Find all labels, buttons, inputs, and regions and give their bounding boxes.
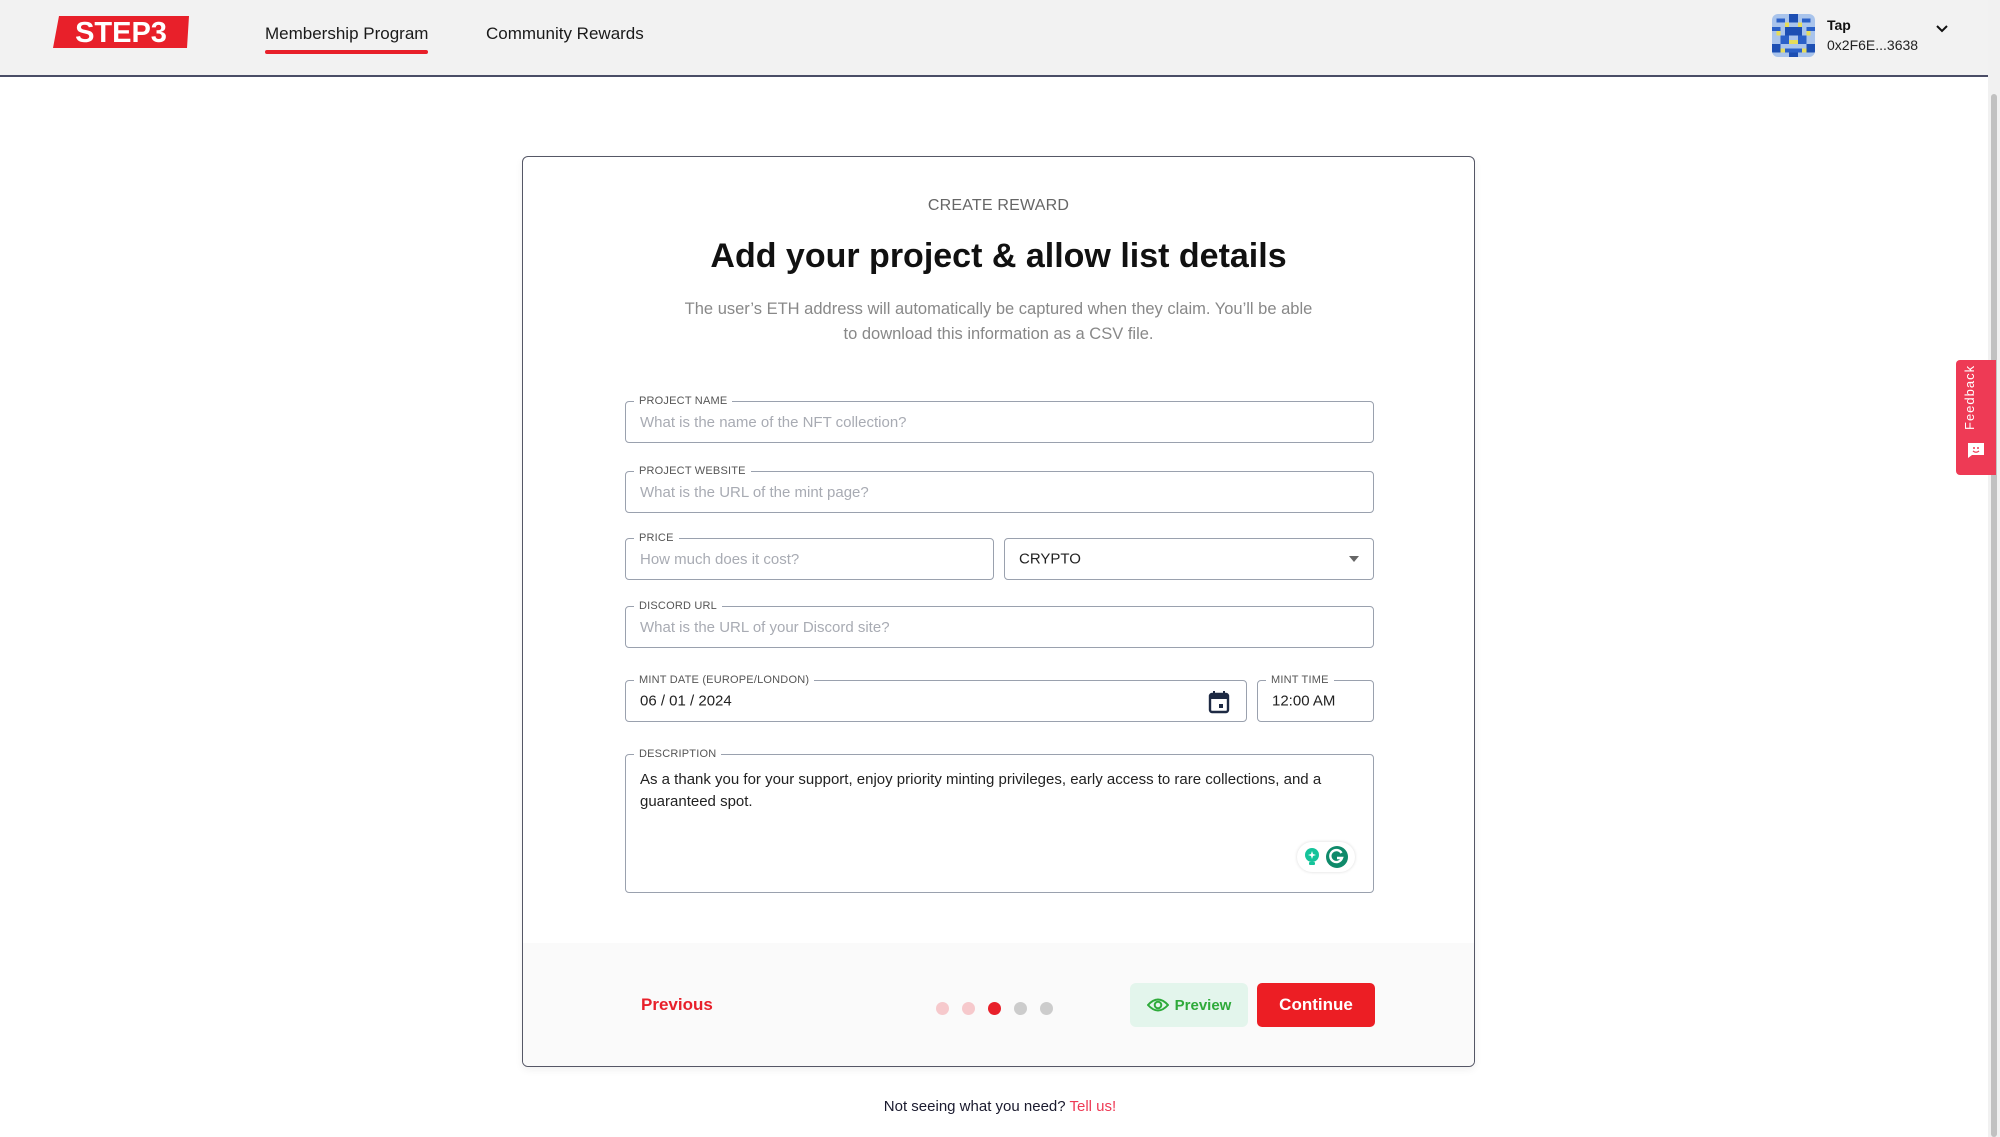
project-website-field: PROJECT WEBSITE	[625, 464, 1374, 513]
tell-us-link[interactable]: Tell us!	[1070, 1098, 1117, 1115]
page-scrollbar[interactable]	[1988, 0, 2000, 1137]
user-menu[interactable]: Tap 0x2F6E...3638	[1772, 13, 1950, 57]
scrollbar-thumb[interactable]	[1991, 94, 1997, 1137]
currency-select[interactable]: CRYPTO	[1004, 538, 1374, 580]
help-note-text: Not seeing what you need?	[883, 1098, 1066, 1115]
step-dot-4	[1014, 1002, 1027, 1015]
project-website-input[interactable]	[640, 472, 1359, 512]
user-info: Tap 0x2F6E...3638	[1827, 15, 1918, 55]
nav-membership-program[interactable]: Membership Program	[265, 24, 429, 54]
page-subtitle: The user’s ETH address will automaticall…	[684, 300, 1313, 343]
user-name: Tap	[1827, 17, 1851, 33]
continue-button[interactable]: Continue	[1257, 983, 1375, 1027]
mint-date-field[interactable]: MINT DATE (EUROPE/LONDON) 06 / 01 / 2024	[625, 673, 1247, 722]
wallet-address: 0x2F6E...3638	[1827, 37, 1919, 53]
avatar	[1772, 13, 1815, 57]
description-field[interactable]: DESCRIPTION As a thank you for your supp…	[625, 747, 1374, 893]
currency-selected-value: CRYPTO	[1019, 550, 1081, 568]
mint-date-value: 06 / 01 / 2024	[640, 692, 732, 710]
mint-time-field[interactable]: MINT TIME 12:00 AM	[1257, 673, 1374, 722]
caret-down-icon	[1349, 556, 1359, 562]
mint-time-value: 12:00 AM	[1272, 692, 1336, 710]
top-navbar: STEP3 Membership Program Community Rewar…	[0, 0, 1988, 77]
feedback-label: Feedback	[1962, 364, 1977, 430]
create-reward-card: CREATE REWARD Add your project & allow l…	[522, 156, 1475, 1067]
brand-text: STEP3	[75, 17, 167, 49]
chevron-down-icon[interactable]	[1934, 21, 1950, 37]
help-note: Not seeing what you need? Tell us!	[0, 1098, 2000, 1115]
step3-logo[interactable]: STEP3	[53, 15, 189, 49]
grammarly-widget[interactable]	[1297, 842, 1355, 872]
feedback-tab[interactable]: Feedback	[1956, 360, 1996, 475]
page-title: Add your project & allow list details	[710, 237, 1287, 275]
preview-button[interactable]: Preview	[1130, 983, 1248, 1027]
nav-community-rewards[interactable]: Community Rewards	[486, 24, 644, 44]
step-dot-1	[936, 1002, 949, 1015]
grammarly-icon[interactable]	[1325, 845, 1349, 869]
description-label: DESCRIPTION	[634, 747, 722, 761]
project-name-input[interactable]	[640, 402, 1359, 442]
step-indicator	[936, 1002, 1053, 1015]
mint-time-label: MINT TIME	[1266, 673, 1334, 687]
price-field: PRICE	[625, 531, 994, 580]
step-dot-5	[1040, 1002, 1053, 1015]
step-dot-3-current	[988, 1002, 1001, 1015]
price-input[interactable]	[640, 539, 979, 579]
project-name-field: PROJECT NAME	[625, 394, 1374, 443]
discord-url-field: DISCORD URL	[625, 599, 1374, 648]
eye-icon	[1146, 998, 1169, 1012]
previous-button[interactable]: Previous	[641, 995, 713, 1015]
step-dot-2	[962, 1002, 975, 1015]
calendar-icon[interactable]	[1208, 690, 1230, 714]
eyebrow-label: CREATE REWARD	[927, 197, 1070, 214]
discord-url-input[interactable]	[640, 607, 1359, 647]
mint-date-label: MINT DATE (EUROPE/LONDON)	[634, 673, 815, 687]
lightbulb-icon[interactable]	[1303, 847, 1321, 867]
description-text[interactable]: As a thank you for your support, enjoy p…	[640, 769, 1333, 813]
preview-label: Preview	[1174, 996, 1232, 1014]
smiley-chat-icon	[1968, 443, 1984, 458]
